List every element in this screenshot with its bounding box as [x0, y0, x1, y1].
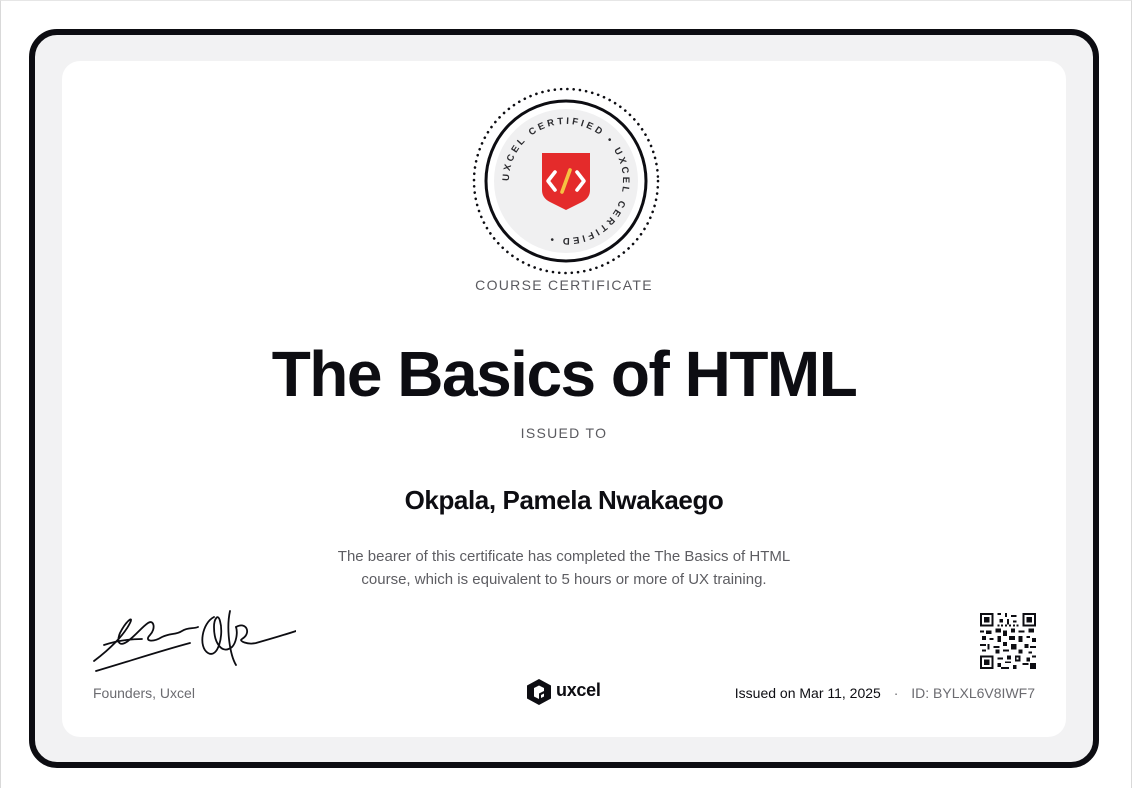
html-shield-icon [542, 153, 590, 210]
uxcel-wordmark: uxcel [556, 680, 601, 700]
separator-dot: · [893, 685, 899, 701]
verification-qr-code[interactable] [980, 613, 1036, 669]
founders-label: Founders, Uxcel [93, 685, 195, 701]
certificate-description: The bearer of this certificate has compl… [337, 548, 791, 588]
course-title: The Basics of HTML [271, 338, 858, 410]
certificate-card: UXCEL CERTIFIED • UXCEL CERTIFIED • COUR… [62, 61, 1066, 737]
recipient-name: Okpala, Pamela Nwakaego [404, 485, 724, 515]
uxcel-logo-icon [527, 679, 551, 705]
founder-signatures [93, 610, 296, 672]
certificate-type-label: COURSE CERTIFICATE [475, 277, 653, 293]
issued-to-label: ISSUED TO [520, 425, 608, 441]
issued-on-date: Issued on Mar 11, 2025 [734, 685, 881, 701]
certificate-id: ID: BYLXL6V8IWF7 [911, 685, 1035, 701]
certified-badge: UXCEL CERTIFIED • UXCEL CERTIFIED • [472, 87, 660, 275]
certificate-frame: UXCEL CERTIFIED • UXCEL CERTIFIED • COUR… [29, 29, 1099, 768]
issue-details: Issued on Mar 11, 2025 · ID: BYLXL6V8IWF… [735, 685, 1035, 701]
